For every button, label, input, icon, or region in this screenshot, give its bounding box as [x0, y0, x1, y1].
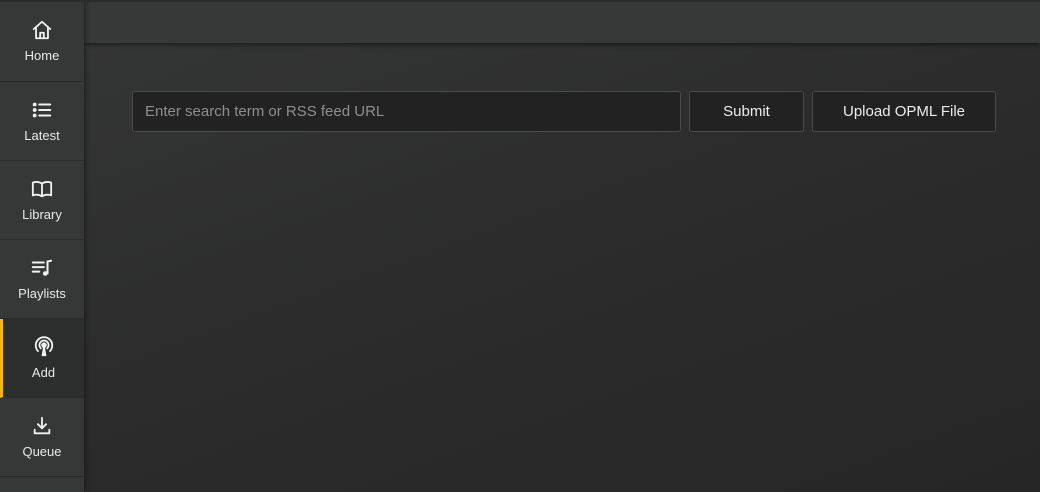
window-top-edge [0, 0, 1040, 2]
sidebar-item-label: Latest [24, 128, 60, 143]
top-bar [84, 0, 1040, 43]
sidebar-item-label: Queue [22, 444, 62, 459]
sidebar-item-latest[interactable]: Latest [0, 82, 84, 161]
sidebar-item-home[interactable]: Home [0, 0, 84, 82]
playlist-icon [31, 257, 53, 279]
podcast-icon [33, 336, 55, 358]
sidebar-item-label: Playlists [18, 286, 66, 301]
app-window: Home Latest Library Playlists Add Queue … [0, 0, 1040, 492]
main-content: Submit Upload OPML File [84, 43, 1040, 492]
home-icon [31, 19, 53, 41]
sidebar-item-playlists[interactable]: Playlists [0, 240, 84, 319]
sidebar-item-add[interactable]: Add [0, 319, 84, 398]
sidebar-item-library[interactable]: Library [0, 161, 84, 240]
download-icon [31, 415, 53, 437]
sidebar-item-label: Add [31, 365, 56, 380]
upload-opml-button[interactable]: Upload OPML File [812, 91, 996, 132]
list-icon [31, 99, 53, 121]
sidebar-item-label: Home [24, 47, 60, 63]
sidebar: Home Latest Library Playlists Add Queue [0, 0, 84, 492]
sidebar-item-label: Library [22, 207, 62, 222]
search-input[interactable] [132, 91, 681, 132]
sidebar-item-queue[interactable]: Queue [0, 398, 84, 477]
book-icon [31, 178, 53, 200]
submit-button[interactable]: Submit [689, 91, 804, 132]
